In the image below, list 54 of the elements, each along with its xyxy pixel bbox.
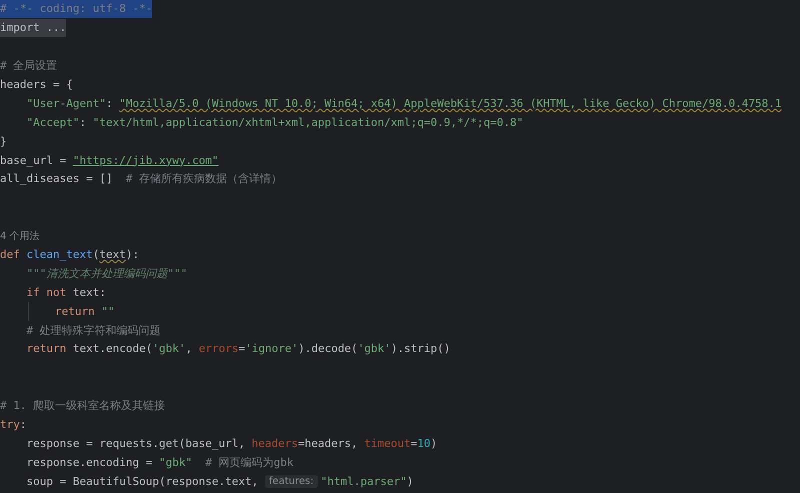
code-text: (	[92, 247, 100, 264]
code-text: :	[106, 96, 114, 112]
code-text: return	[55, 304, 96, 320]
code-text: ).decode(	[298, 341, 358, 358]
code-text: "text/html,application/xhtml+xml,application/xml;q=0.9,*/*;q=0.8"	[92, 114, 524, 131]
code-text: =headers,	[298, 436, 359, 452]
code-text: ).strip()	[390, 341, 450, 358]
code-text: timeout	[364, 436, 411, 452]
code-text: ,	[185, 341, 194, 358]
code-text: # 存储所有疾病数据（含详情）	[126, 171, 282, 188]
folded-imports[interactable]: import ...	[0, 19, 66, 38]
code-text: =	[238, 341, 246, 358]
code-text: )	[406, 474, 414, 490]
code-text: if not	[25, 284, 68, 301]
code-text: text.encode(	[72, 341, 152, 358]
code-text: # 处理特殊字符和编码问题	[25, 322, 161, 339]
code-text: 'gbk'	[358, 341, 391, 358]
code-text: text:	[72, 284, 106, 301]
code-text: errors	[198, 341, 238, 358]
inlay-hint: features:	[264, 475, 318, 488]
code-text: "Accept"	[25, 114, 80, 131]
code-text: response.encoding =	[25, 454, 154, 471]
code-text: # 全局设置	[0, 58, 58, 74]
code-text: headers	[252, 436, 298, 452]
code-text: }	[0, 134, 7, 150]
code-text: "html.parser"	[320, 474, 407, 490]
code-text: headers = {	[0, 77, 73, 93]
code-text: ""	[101, 304, 115, 320]
code-text: soup = BeautifulSoup(response.text,	[25, 474, 260, 490]
code-text: response = requests.get(base_url,	[25, 436, 246, 452]
code-text: )	[430, 436, 438, 452]
code-text: "gbk"	[158, 454, 192, 471]
code-text: try	[0, 417, 20, 434]
inlay-hint: 4 个用法	[0, 230, 40, 244]
code-text: all_diseases = []	[0, 171, 114, 188]
code-text: return	[25, 341, 68, 358]
code-text: 'gbk'	[152, 341, 186, 358]
code-text: =	[410, 436, 418, 452]
code-text: """清洗文本并处理编码问题"""	[25, 266, 188, 282]
code-text: :	[79, 114, 88, 131]
code-text: 'ignore'	[245, 341, 298, 358]
code-text: ):	[126, 247, 140, 264]
code-text: base_url =	[0, 152, 68, 169]
code-text: # -*- coding: utf-8 -*-	[0, 1, 152, 18]
code-text: def	[0, 247, 21, 264]
code-text: 10	[417, 436, 430, 452]
code-text: clean_text	[26, 247, 93, 264]
code-text: :	[20, 417, 26, 434]
code-text: "https://jib.xywy.com"	[72, 152, 219, 169]
code-text: # 1. 爬取一级科室名称及其链接	[0, 398, 166, 414]
warning-underlined-code: "Mozilla/5.0 (Windows NT 10.0; Win64; x64) AppleWebKit/537.36 (KHTML, like Gecko) Chrome/98.0.4758.1	[119, 96, 782, 112]
warning-underlined-code: text	[99, 247, 126, 264]
code-text: # 网页编码为gbk	[204, 454, 294, 471]
code-text: "User-Agent"	[25, 96, 106, 112]
